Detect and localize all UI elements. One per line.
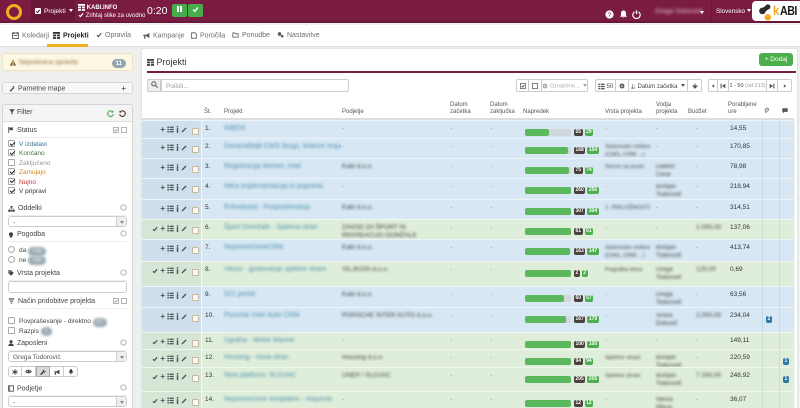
svg-text:?: ? — [608, 12, 612, 19]
svg-text:9: 9 — [633, 86, 635, 90]
